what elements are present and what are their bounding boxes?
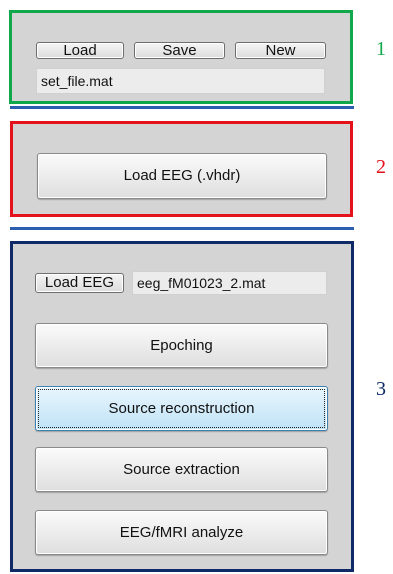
eeg-import-panel: Load EEG (.vhdr) [10, 121, 353, 217]
load-eeg-button[interactable]: Load EEG [35, 273, 124, 293]
load-button[interactable]: Load [36, 42, 124, 59]
epoching-button[interactable]: Epoching [35, 323, 328, 368]
panel-number-3: 3 [376, 378, 386, 400]
eeg-file-field[interactable]: eeg_fM01023_2.mat [132, 271, 327, 295]
separator [10, 227, 354, 230]
load-eeg-vhdr-button[interactable]: Load EEG (.vhdr) [37, 153, 327, 199]
source-extraction-button[interactable]: Source extraction [35, 447, 328, 492]
file-panel: Load Save New set_file.mat [9, 10, 353, 104]
save-button[interactable]: Save [134, 42, 225, 59]
new-button[interactable]: New [235, 42, 326, 59]
separator [10, 106, 354, 109]
processing-panel: Load EEG eeg_fM01023_2.mat Epoching Sour… [10, 241, 354, 572]
source-reconstruction-button[interactable]: Source reconstruction [35, 386, 328, 431]
panel-number-1: 1 [376, 38, 386, 60]
set-file-field[interactable]: set_file.mat [36, 68, 325, 94]
panel-number-2: 2 [376, 156, 386, 178]
eeg-fmri-analyze-button[interactable]: EEG/fMRI analyze [35, 510, 328, 555]
